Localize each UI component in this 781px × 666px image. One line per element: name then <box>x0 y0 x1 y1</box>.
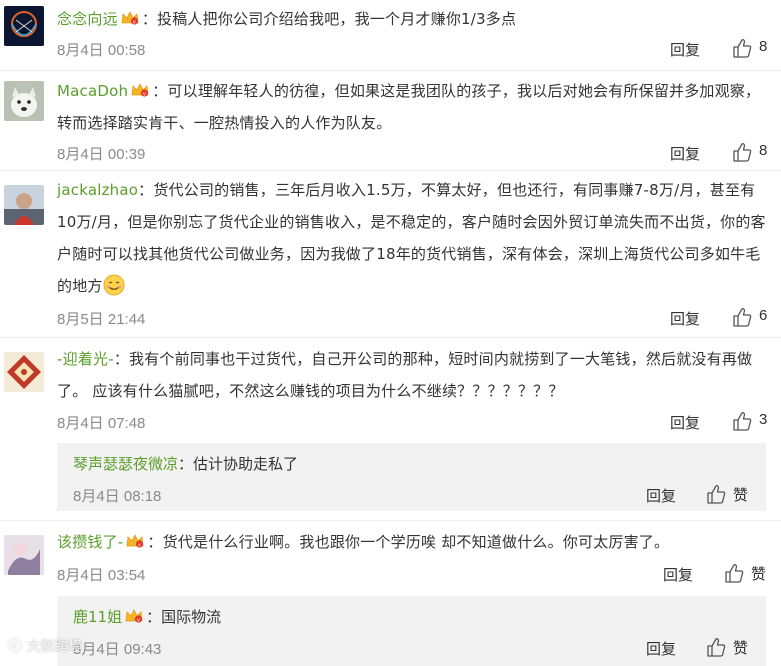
reply-username-link[interactable]: 琴声瑟瑟夜微凉 <box>73 455 178 473</box>
svg-text:v: v <box>138 542 141 548</box>
crown-badge-icon: v <box>124 607 144 623</box>
comment-body: ：货代是什么行业啊。我也跟你一个学历唉 却不知道做什么。你可太厉害了。 <box>147 533 670 551</box>
like-button[interactable]: 8 <box>731 37 771 59</box>
username-link[interactable]: 该攒钱了- <box>57 533 123 551</box>
username-link[interactable]: 念念向远 <box>57 10 118 28</box>
divider <box>0 170 781 171</box>
thumbs-up-icon <box>733 39 752 58</box>
reply-thread: 鹿11姐 v ：国际物流 8月4日 09:43 回复 赞 <box>57 596 766 666</box>
thumbs-up-icon <box>725 564 744 583</box>
thumbs-up-icon <box>707 485 726 504</box>
svg-text:v: v <box>143 91 146 97</box>
like-button[interactable]: 赞 <box>705 636 755 658</box>
like-count: 8 <box>759 38 768 55</box>
crown-badge-icon: v <box>125 528 145 548</box>
reply-button[interactable]: 回复 <box>663 564 693 585</box>
avatar[interactable] <box>4 81 44 121</box>
avatar[interactable] <box>4 185 44 225</box>
reply-body: ：估计协助走私了 <box>178 455 299 473</box>
avatar[interactable] <box>4 352 44 392</box>
reply-button[interactable]: 回复 <box>646 485 676 506</box>
like-label: 赞 <box>733 487 749 504</box>
comment-text: jackalzhao：货代公司的销售，三年后月收入1.5万，不算太好，但也还行，… <box>57 174 767 302</box>
like-button[interactable]: 8 <box>731 141 771 163</box>
divider <box>0 70 781 71</box>
reply-time: 8月4日 08:18 <box>73 488 162 505</box>
reply-button[interactable]: 回复 <box>670 143 700 164</box>
avatar[interactable] <box>4 6 44 46</box>
avatar[interactable] <box>4 535 44 575</box>
like-count: 6 <box>759 307 768 324</box>
comment-text: 该攒钱了-v ：货代是什么行业啊。我也跟你一个学历唉 却不知道做什么。你可太厉害了… <box>57 526 767 558</box>
watermark: ⓒ 大数跨境 <box>8 636 82 656</box>
svg-text:v: v <box>137 617 140 623</box>
thumbs-up-icon <box>707 638 726 657</box>
reply-thread: 琴声瑟瑟夜微凉：估计协助走私了 8月4日 08:18 回复 赞 <box>57 443 766 511</box>
comment-time: 8月4日 07:48 <box>57 415 146 432</box>
comment-body: ：投稿人把你公司介绍给我吧，我一个月才赚你1/3多点 <box>141 10 517 28</box>
like-button[interactable]: 赞 <box>723 562 773 584</box>
like-label: 赞 <box>733 640 749 657</box>
reply-text: 琴声瑟瑟夜微凉：估计协助走私了 <box>73 452 298 476</box>
comment-time: 8月4日 00:39 <box>57 146 146 163</box>
divider <box>0 520 781 521</box>
like-label: 赞 <box>751 566 767 583</box>
like-button[interactable]: 3 <box>731 410 771 432</box>
like-count: 8 <box>759 142 768 159</box>
comment-text: 念念向远 v ：投稿人把你公司介绍给我吧，我一个月才赚你1/3多点 <box>57 3 767 35</box>
like-button[interactable]: 赞 <box>705 483 755 505</box>
username-link[interactable]: jackalzhao <box>57 181 138 199</box>
reply-button[interactable]: 回复 <box>670 308 700 329</box>
reply-text: 鹿11姐 v ：国际物流 <box>73 605 221 629</box>
comment-time: 8月4日 03:54 <box>57 567 146 584</box>
reply-button[interactable]: 回复 <box>670 39 700 60</box>
reply-button[interactable]: 回复 <box>670 412 700 433</box>
watermark-logo-icon: ⓒ <box>8 639 22 655</box>
thumbs-up-icon <box>733 308 752 327</box>
reply-button[interactable]: 回复 <box>646 638 676 659</box>
thumbs-up-icon <box>733 143 752 162</box>
divider <box>0 337 781 338</box>
comment-time: 8月4日 00:58 <box>57 42 146 59</box>
thumbs-up-icon <box>733 412 752 431</box>
comment-body: ：货代公司的销售，三年后月收入1.5万，不算太好，但也还行，有同事赚7-8万/月… <box>57 181 766 295</box>
comment-body: ：我有个前同事也干过货代，自己开公司的那种，短时间内就捞到了一大笔钱，然后就没有… <box>57 350 753 400</box>
crown-badge-icon: v <box>120 5 140 25</box>
username-link[interactable]: -迎着光- <box>57 350 114 368</box>
like-button[interactable]: 6 <box>731 306 771 328</box>
comment-text: MacaDoh v ：可以理解年轻人的彷徨，但如果这是我团队的孩子，我以后对她会有所… <box>57 75 767 139</box>
username-link[interactable]: MacaDoh <box>57 82 128 100</box>
comment-time: 8月5日 21:44 <box>57 311 146 328</box>
reply-username-link[interactable]: 鹿11姐 <box>73 608 122 626</box>
comment-text: -迎着光-：我有个前同事也干过货代，自己开公司的那种，短时间内就捞到了一大笔钱，… <box>57 343 767 407</box>
reply-body: ：国际物流 <box>146 608 222 626</box>
crown-badge-icon: v <box>130 77 150 97</box>
watermark-text: 大数跨境 <box>26 639 83 655</box>
svg-text:v: v <box>133 19 136 25</box>
reply-time: 8月4日 09:43 <box>73 641 162 658</box>
comment-body: ：可以理解年轻人的彷徨，但如果这是我团队的孩子，我以后对她会有所保留并多加观察，… <box>57 82 761 132</box>
smile-emoji-icon <box>103 274 125 296</box>
like-count: 3 <box>759 411 768 428</box>
